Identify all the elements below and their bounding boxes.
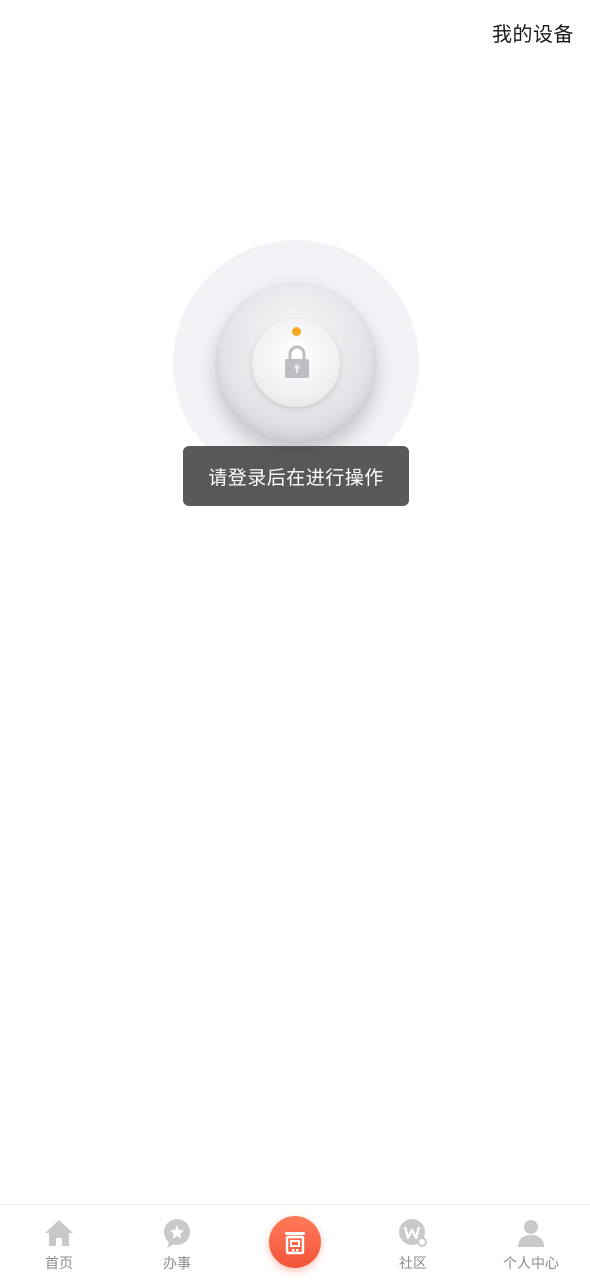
- door-lock-button[interactable]: [269, 1216, 321, 1268]
- login-required-toast: 请登录后在进行操作: [183, 446, 409, 506]
- tab-home-label: 首页: [45, 1256, 73, 1272]
- person-icon: [518, 1220, 544, 1247]
- tab-community-label: 社区: [399, 1256, 427, 1272]
- tab-services[interactable]: 办事: [118, 1205, 236, 1280]
- lock-status-dot: [292, 327, 301, 336]
- star-bubble-icon: [164, 1219, 190, 1248]
- bottom-tab-bar: 首页 办事 社区 个人中心: [0, 1204, 590, 1280]
- my-devices-link[interactable]: 我的设备: [492, 18, 574, 47]
- screen: 我的设备 请登录后在进行操作 首页 办事 社区 个人中心: [0, 0, 590, 1280]
- padlock-icon: [285, 345, 309, 378]
- tab-home[interactable]: 首页: [0, 1205, 118, 1280]
- tab-door-lock[interactable]: [236, 1205, 354, 1280]
- tab-profile-label: 个人中心: [503, 1256, 559, 1272]
- community-w-icon: [399, 1219, 427, 1247]
- tab-services-label: 办事: [163, 1256, 191, 1272]
- door-lock-icon: [285, 1232, 305, 1255]
- home-icon: [45, 1220, 73, 1246]
- tab-community[interactable]: 社区: [354, 1205, 472, 1280]
- tab-profile[interactable]: 个人中心: [472, 1205, 590, 1280]
